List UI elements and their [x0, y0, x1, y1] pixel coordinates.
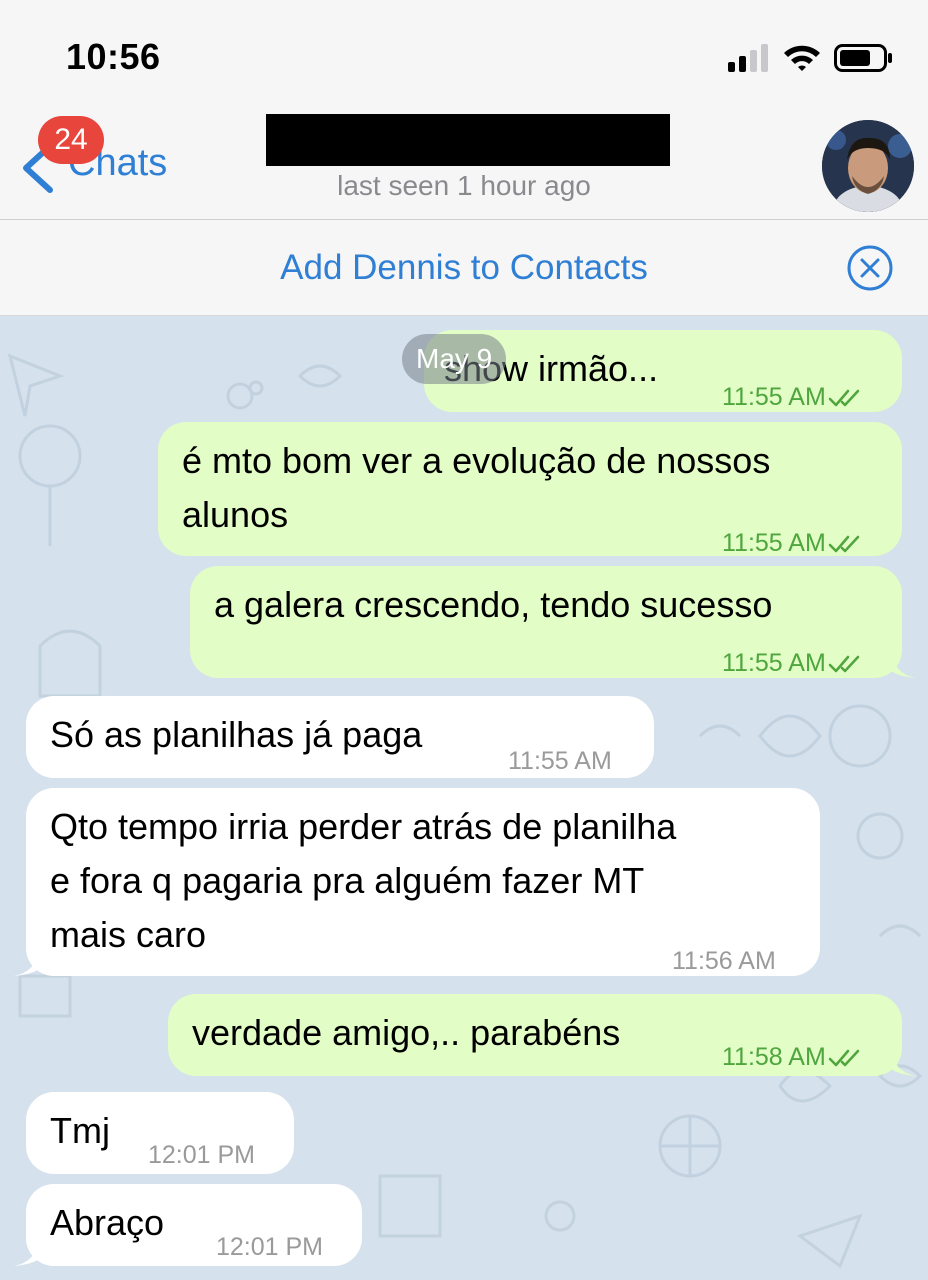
- last-seen-status: last seen 1 hour ago: [337, 170, 591, 201]
- message-time: 11:55 AM: [722, 383, 826, 411]
- bubble-tail: [890, 650, 916, 678]
- date-separator: May 9: [402, 334, 507, 384]
- message-time: 11:58 AM: [722, 1043, 826, 1071]
- message-bubble-incoming[interactable]: Tmj 12:01 PM: [26, 1092, 294, 1174]
- message-meta: 12:01 PM: [148, 1141, 256, 1169]
- read-ticks-icon: [828, 536, 860, 553]
- message-text: Só as planilhas já paga: [50, 714, 423, 755]
- message-line: Qto tempo irria perder atrás de planilha: [50, 806, 677, 847]
- read-ticks-icon: [828, 390, 860, 407]
- close-circle-icon[interactable]: [846, 244, 894, 292]
- message-meta: 11:55 AM: [722, 636, 864, 690]
- wifi-icon: [784, 45, 820, 71]
- message-text: a galera crescendo, tendo sucesso: [214, 584, 773, 625]
- message-line: é mto bom ver a evolução de nossos: [182, 440, 771, 481]
- message-meta: 11:58 AM: [722, 1030, 864, 1084]
- message-bubble-outgoing[interactable]: verdade amigo,.. parabéns 11:58 AM: [168, 994, 902, 1076]
- message-bubble-incoming[interactable]: Só as planilhas já paga 11:55 AM: [26, 696, 654, 778]
- message-bubble-outgoing[interactable]: a galera crescendo, tendo sucesso 11:55 …: [190, 566, 902, 678]
- message-bubble-incoming[interactable]: Qto tempo irria perder atrás de planilha…: [26, 788, 820, 976]
- bubble-tail: [890, 1048, 916, 1076]
- chat-header: Chats 24 last seen 1 hour ago: [0, 108, 928, 220]
- message-line: mais caro: [50, 914, 207, 955]
- message-meta: 11:55 AM: [508, 747, 612, 775]
- message-list[interactable]: show irmão... 11:55 AM May 9 é mto bom v…: [0, 316, 928, 1280]
- contact-name-redacted[interactable]: [266, 114, 670, 166]
- cellular-signal-icon: [728, 44, 768, 72]
- status-bar: 10:56: [0, 0, 928, 108]
- bubble-tail: [14, 948, 40, 976]
- unread-count-badge: 24: [38, 116, 104, 164]
- message-bubble-outgoing[interactable]: é mto bom ver a evolução de nossos aluno…: [158, 422, 902, 557]
- add-contact-banner: Add Dennis to Contacts: [0, 220, 928, 316]
- message-text: Abraço: [50, 1202, 165, 1243]
- read-ticks-icon: [828, 1050, 860, 1067]
- message-line: alunos: [182, 494, 289, 535]
- message-meta: 11:55 AM: [722, 370, 864, 424]
- message-text: Tmj: [50, 1110, 110, 1151]
- message-meta: 12:01 PM: [216, 1233, 324, 1261]
- status-time: 10:56: [66, 36, 161, 77]
- message-text: é mto bom ver a evolução de nossos aluno…: [182, 434, 770, 542]
- message-meta: 11:55 AM: [722, 516, 864, 570]
- add-to-contacts-link[interactable]: Add Dennis to Contacts: [0, 248, 928, 288]
- message-bubble-incoming[interactable]: Abraço 12:01 PM: [26, 1184, 362, 1266]
- message-time: 11:55 AM: [722, 529, 826, 557]
- message-line: e fora q pagaria pra alguém fazer MT: [50, 860, 645, 901]
- contact-avatar[interactable]: [822, 120, 914, 212]
- message-text: Qto tempo irria perder atrás de planilha…: [50, 800, 676, 962]
- read-ticks-icon: [828, 656, 860, 673]
- message-meta: 11:56 AM: [672, 947, 776, 975]
- message-text: verdade amigo,.. parabéns: [192, 1012, 621, 1053]
- message-time: 11:55 AM: [722, 649, 826, 677]
- battery-icon: [834, 44, 892, 72]
- bubble-tail: [14, 1238, 40, 1266]
